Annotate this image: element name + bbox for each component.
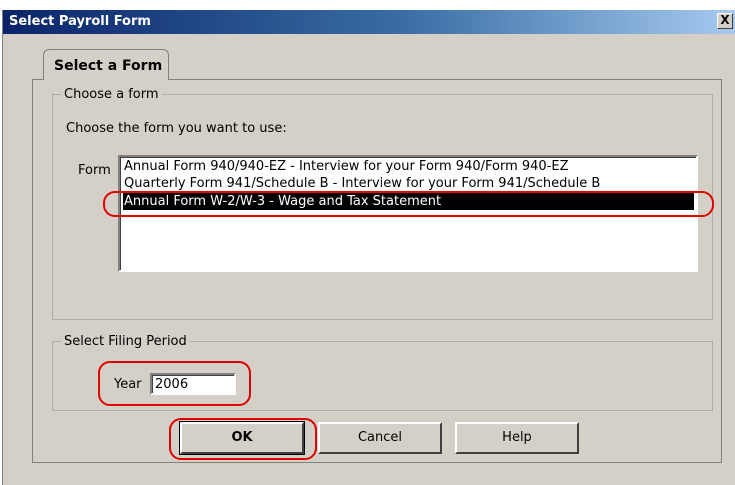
form-listbox[interactable]: Annual Form 940/940-EZ - Interview for y… bbox=[118, 155, 698, 272]
list-item-form-941[interactable]: Quarterly Form 941/Schedule B - Intervie… bbox=[123, 175, 694, 192]
list-item-form-w2-w3[interactable]: Annual Form W-2/W-3 - Wage and Tax State… bbox=[123, 193, 694, 210]
help-button[interactable]: Help bbox=[455, 422, 579, 454]
cancel-button[interactable]: Cancel bbox=[318, 422, 442, 454]
close-button[interactable]: X bbox=[717, 13, 733, 29]
year-input[interactable] bbox=[150, 373, 236, 395]
tab-select-a-form[interactable]: Select a Form bbox=[43, 49, 169, 80]
list-item-form-940[interactable]: Annual Form 940/940-EZ - Interview for y… bbox=[123, 158, 694, 175]
year-label: Year bbox=[114, 377, 142, 392]
form-list-label: Form bbox=[78, 163, 111, 178]
ok-button[interactable]: OK bbox=[179, 421, 305, 455]
window-title: Select Payroll Form bbox=[9, 14, 151, 29]
title-bar: Select Payroll Form bbox=[3, 10, 735, 34]
choose-form-instruction: Choose the form you want to use: bbox=[66, 121, 287, 136]
filing-period-legend: Select Filing Period bbox=[64, 334, 187, 349]
choose-form-legend: Choose a form bbox=[64, 87, 159, 102]
